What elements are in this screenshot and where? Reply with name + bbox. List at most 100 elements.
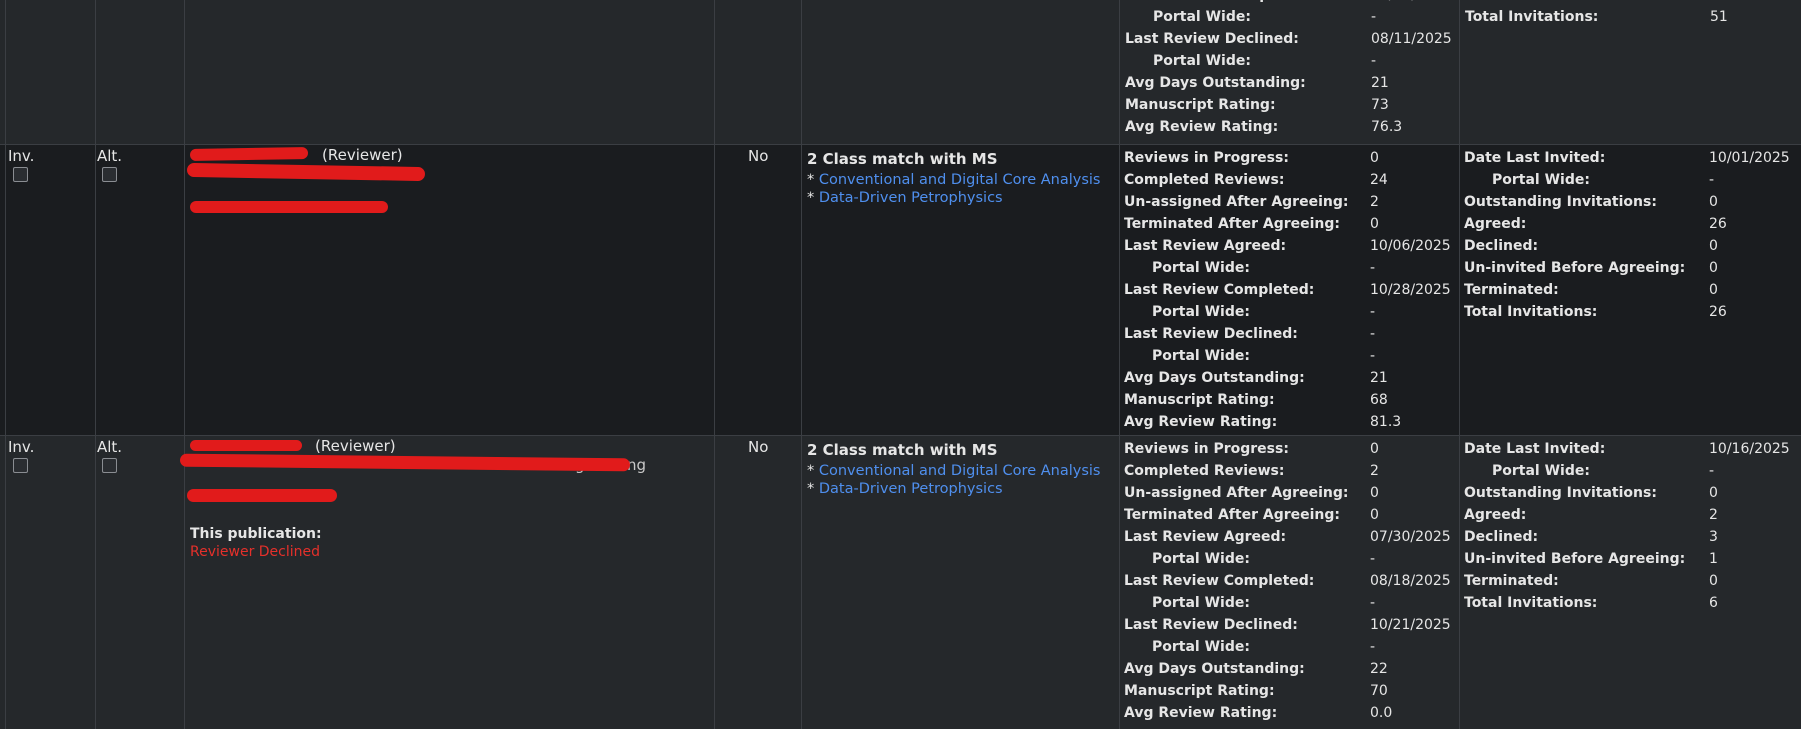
stat-value: 10/21/2025 bbox=[1370, 617, 1451, 633]
stat-value: 07/30/2025 bbox=[1370, 529, 1451, 545]
stat-label: Last Review Completed: bbox=[1124, 282, 1315, 298]
stat-value: - bbox=[1371, 53, 1377, 69]
stat-value: - bbox=[1370, 326, 1376, 342]
class-item: * Conventional and Digital Core Analysis bbox=[807, 172, 1101, 188]
stat-value: 0 bbox=[1370, 441, 1379, 457]
stat-label: Total Invitations: bbox=[1464, 595, 1598, 611]
reviewer-row-0: Last Review Completed: 10/01/2025 Portal W… bbox=[0, 0, 1801, 144]
invite-checkbox[interactable] bbox=[13, 458, 28, 473]
reviewer-role: (Reviewer) bbox=[322, 146, 403, 164]
reviewer-table: Last Review Completed: 10/01/2025 Portal W… bbox=[0, 0, 1801, 729]
stat-label: Terminated After Agreeing: bbox=[1124, 216, 1341, 232]
stat-value: 0 bbox=[1709, 260, 1718, 276]
stat-label: Portal Wide: bbox=[1152, 304, 1250, 320]
stat-label: Agreed: bbox=[1464, 216, 1527, 232]
stat-label: Un-invited Before Agreeing: bbox=[1464, 260, 1686, 276]
stat-value: 0 bbox=[1370, 216, 1379, 232]
stat-label: Un-invited Before Agreeing: bbox=[1464, 551, 1686, 567]
stat-value: 70 bbox=[1370, 683, 1388, 699]
class-link[interactable]: Data-Driven Petrophysics bbox=[819, 190, 1003, 206]
stat-label: Last Review Declined: bbox=[1124, 326, 1298, 342]
invite-label: Inv. bbox=[8, 147, 35, 165]
stat-value: 3 bbox=[1709, 529, 1718, 545]
stat-value: 0 bbox=[1370, 150, 1379, 166]
stat-value: 81.3 bbox=[1370, 414, 1402, 430]
stat-value: 0 bbox=[1709, 194, 1718, 210]
stat-label: Avg Review Rating: bbox=[1124, 705, 1278, 721]
stat-value: 26 bbox=[1709, 216, 1727, 232]
stat-label: Portal Wide: bbox=[1153, 53, 1251, 69]
stat-value: 0 bbox=[1370, 485, 1379, 501]
stat-value: - bbox=[1370, 304, 1376, 320]
stat-label: Reviews in Progress: bbox=[1124, 150, 1289, 166]
invite-label: Inv. bbox=[8, 438, 35, 456]
stat-value: 21 bbox=[1371, 75, 1389, 91]
stat-label: Avg Days Outstanding: bbox=[1125, 75, 1306, 91]
invite-checkbox[interactable] bbox=[13, 167, 28, 182]
invitation-stats-panel: Terminated: 0 Total Invitations: 51 bbox=[1459, 0, 1728, 144]
stat-label: Portal Wide: bbox=[1152, 348, 1250, 364]
conflict-value: No bbox=[748, 438, 769, 456]
stat-label: Date Last Invited: bbox=[1464, 441, 1606, 457]
stat-label: Terminated: bbox=[1465, 0, 1560, 3]
stat-value: 51 bbox=[1710, 9, 1728, 25]
stat-label: Terminated: bbox=[1464, 573, 1559, 589]
stat-label: Declined: bbox=[1464, 238, 1539, 254]
redacted-email bbox=[187, 489, 337, 502]
alternate-label: Alt. bbox=[97, 147, 123, 165]
stat-value: - bbox=[1370, 260, 1376, 276]
stat-value: - bbox=[1709, 172, 1715, 188]
stat-label: Un-assigned After Agreeing: bbox=[1124, 194, 1349, 210]
stat-value: 10/01/2025 bbox=[1709, 150, 1790, 166]
stat-value: 1 bbox=[1709, 551, 1718, 567]
stat-value: 0.0 bbox=[1370, 705, 1393, 721]
class-match-title: 2 Class match with MS bbox=[807, 150, 998, 168]
class-link[interactable]: Conventional and Digital Core Analysis bbox=[819, 463, 1101, 479]
alternate-checkbox[interactable] bbox=[102, 458, 117, 473]
class-item: * Data-Driven Petrophysics bbox=[807, 190, 1003, 206]
stat-label: Last Review Declined: bbox=[1125, 31, 1299, 47]
stat-label: Portal Wide: bbox=[1153, 9, 1251, 25]
stat-label: Outstanding Invitations: bbox=[1464, 485, 1657, 501]
stat-value: 2 bbox=[1370, 194, 1379, 210]
stat-label: Un-assigned After Agreeing: bbox=[1124, 485, 1349, 501]
stat-value: 73 bbox=[1371, 97, 1389, 113]
stat-label: Last Review Declined: bbox=[1124, 617, 1298, 633]
stat-value: 0 bbox=[1370, 507, 1379, 523]
class-link[interactable]: Data-Driven Petrophysics bbox=[819, 481, 1003, 497]
stat-value: 10/16/2025 bbox=[1709, 441, 1790, 457]
stat-label: Last Review Completed: bbox=[1125, 0, 1315, 3]
class-item: * Data-Driven Petrophysics bbox=[807, 481, 1003, 497]
stat-label: Reviews in Progress: bbox=[1124, 441, 1289, 457]
stat-value: 76.3 bbox=[1371, 119, 1403, 135]
reviewer-row-2: Inv. Alt. (Reviewer) Engineering This pu… bbox=[0, 435, 1801, 729]
stat-value: - bbox=[1370, 595, 1376, 611]
stat-label: Manuscript Rating: bbox=[1125, 97, 1276, 113]
redacted-name bbox=[189, 146, 309, 162]
stat-label: Date Last Invited: bbox=[1464, 150, 1606, 166]
stat-label: Terminated: bbox=[1464, 282, 1559, 298]
reviewer-role: (Reviewer) bbox=[315, 437, 396, 455]
class-item: * Conventional and Digital Core Analysis bbox=[807, 463, 1101, 479]
stat-value: - bbox=[1370, 551, 1376, 567]
class-link[interactable]: Conventional and Digital Core Analysis bbox=[819, 172, 1101, 188]
alternate-label: Alt. bbox=[97, 438, 123, 456]
stat-label: Completed Reviews: bbox=[1124, 463, 1285, 479]
stat-value: 08/11/2025 bbox=[1371, 31, 1452, 47]
stat-label: Outstanding Invitations: bbox=[1464, 194, 1657, 210]
stat-label: Terminated After Agreeing: bbox=[1124, 507, 1341, 523]
stat-value: 0 bbox=[1709, 238, 1718, 254]
alternate-checkbox[interactable] bbox=[102, 167, 117, 182]
stat-label: Manuscript Rating: bbox=[1124, 683, 1275, 699]
stat-label: Portal Wide: bbox=[1152, 595, 1250, 611]
stat-value: - bbox=[1370, 639, 1376, 655]
stat-value: 21 bbox=[1370, 370, 1388, 386]
reviewer-stats-panel: Last Review Completed: 10/01/2025 Portal W… bbox=[1119, 0, 1452, 144]
stat-value: 10/06/2025 bbox=[1370, 238, 1451, 254]
redacted-name bbox=[190, 440, 302, 451]
stat-value: - bbox=[1709, 463, 1715, 479]
conflict-value: No bbox=[748, 147, 769, 165]
stat-value: 10/01/2025 bbox=[1371, 0, 1452, 3]
stat-value: 2 bbox=[1370, 463, 1379, 479]
stat-value: 0 bbox=[1709, 485, 1718, 501]
